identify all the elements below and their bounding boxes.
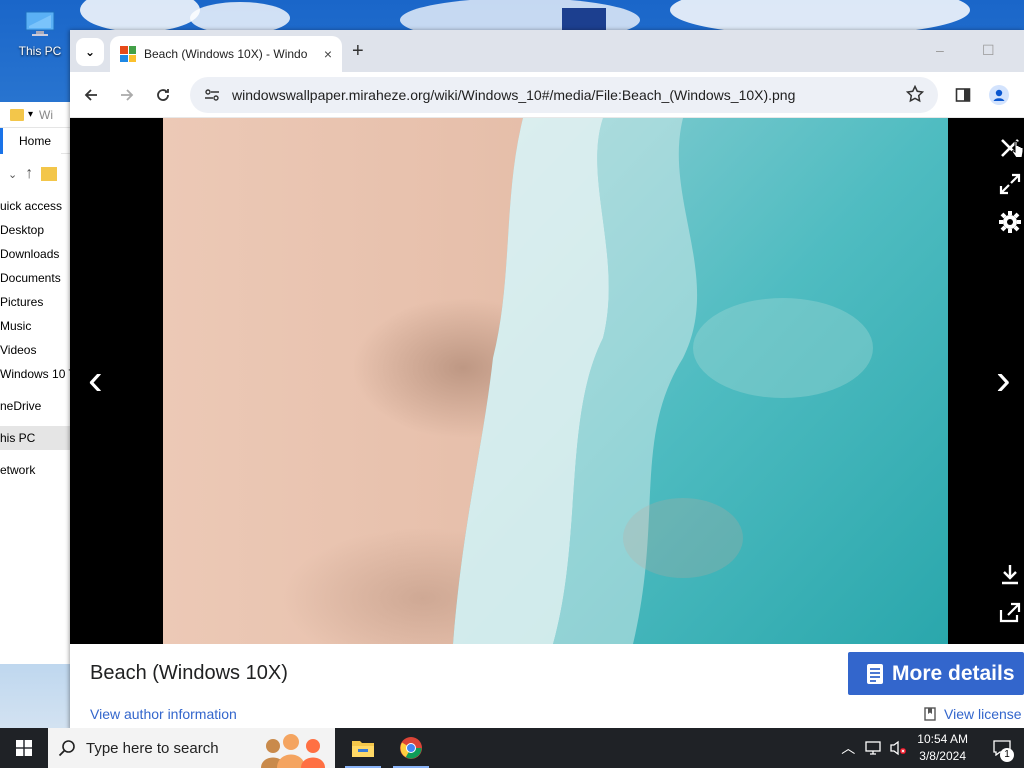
media-info-bar: Beach (Windows 10X) More details View au… [70,644,1024,730]
license-icon [924,707,936,721]
ribbon-tab-home[interactable]: Home [0,127,62,154]
search-icon [58,740,75,757]
tree-item-videos[interactable]: Videos [0,338,71,362]
monitor-icon [25,11,55,36]
search-highlight-illustration [261,734,325,768]
url-text: windowswallpaper.miraheze.org/wiki/Windo… [232,87,796,103]
tree-gap [0,418,71,426]
tab-search-button[interactable]: ⌄ [76,38,104,66]
site-info-icon[interactable] [204,88,220,102]
profile-avatar-icon [989,85,1009,105]
license-label: View license [944,706,1022,722]
search-placeholder: Type here to search [86,739,219,757]
tab-title: Beach (Windows 10X) - Windo [144,47,308,61]
dropdown-icon[interactable]: ▾ [28,109,33,120]
tree-item-desktop[interactable]: Desktop [0,218,71,242]
tree-item-this-pc[interactable]: his PC [0,426,71,450]
explorer-ribbon: Home [0,127,71,154]
folder-icon [10,108,24,121]
browser-window[interactable]: ⌄ Beach (Windows 10X) - Windo × + – ☐ wi… [70,30,1024,730]
chevron-up-icon[interactable]: ︿ [841,738,855,758]
action-center-button[interactable]: 1 [980,728,1024,768]
maximize-button[interactable]: ☐ [982,42,995,59]
taskbar: Type here to search ︿ 10:54 AM 3/8/2024 … [0,728,1024,768]
tree-gap [0,386,71,394]
explorer-titlebar: ▾ Wi [0,102,71,128]
volume-muted-icon[interactable] [889,740,907,756]
author-info-link[interactable]: View author information [90,706,237,722]
up-arrow-icon[interactable]: ↑ [25,165,33,183]
explorer-title: Wi [39,107,54,122]
clock-date: 3/8/2024 [919,749,966,763]
tree-item-documents[interactable]: Documents [0,266,71,290]
bookmark-star-icon[interactable] [906,85,924,103]
tree-item-music[interactable]: Music [0,314,71,338]
tree-item-onedrive[interactable]: neDrive [0,394,71,418]
chrome-icon [400,737,422,759]
clock-time: 10:54 AM [917,732,968,746]
license-link[interactable]: View license [924,706,1022,722]
favicon-icon [120,46,136,62]
more-details-label: More details [892,661,1015,685]
forward-button[interactable] [116,84,138,106]
tab-close-icon[interactable]: × [324,46,332,62]
previous-image-button[interactable]: ‹ [88,358,103,402]
taskbar-search-box[interactable]: Type here to search [48,728,335,768]
tree-item-network[interactable]: etwork [0,458,71,482]
document-icon [867,663,883,684]
folder-icon [41,167,58,181]
minimize-button[interactable]: – [936,42,944,58]
file-explorer-icon [352,741,374,757]
forward-arrow-icon [121,89,134,101]
explorer-nav-tree: uick access Desktop Downloads Documents … [0,194,71,482]
desktop-icon-this-pc[interactable]: This PC [14,10,66,58]
image-title: Beach (Windows 10X) [90,662,288,684]
browser-tab-active[interactable]: Beach (Windows 10X) - Windo × [110,36,342,72]
explorer-nav: ⌄ ↑ [0,154,71,194]
desktop-icon-label: This PC [18,44,62,58]
tab-strip: ⌄ Beach (Windows 10X) - Windo × + – ☐ [70,30,1024,72]
new-tab-button[interactable]: + [352,40,364,63]
clock[interactable]: 10:54 AM 3/8/2024 [917,731,968,765]
side-panel-icon [955,88,971,102]
back-button[interactable] [80,84,102,106]
mouse-cursor [1011,140,1024,158]
gear-icon[interactable] [998,210,1022,234]
address-bar[interactable]: windowswallpaper.miraheze.org/wiki/Windo… [190,77,938,113]
back-arrow-icon [84,89,97,101]
tree-item-quick-access[interactable]: uick access [0,194,71,218]
tree-item-pictures[interactable]: Pictures [0,290,71,314]
chevron-down-icon: ⌄ [84,45,96,59]
beach-image [163,118,948,644]
taskbar-file-explorer[interactable] [339,728,387,768]
reload-button[interactable] [152,84,174,106]
more-details-button[interactable]: More details [848,652,1024,695]
tree-item-downloads[interactable]: Downloads [0,242,71,266]
network-icon[interactable] [865,741,881,755]
page-content: ‹ › Beach (Windows 10X) More details Vie… [70,118,1024,730]
profile-button[interactable] [988,84,1010,106]
system-tray: ︿ 10:54 AM 3/8/2024 1 [841,728,1024,768]
next-image-button[interactable]: › [996,358,1011,402]
notification-badge: 1 [1000,748,1014,762]
taskbar-chrome[interactable] [387,728,435,768]
windows-logo-icon [16,740,32,756]
media-viewer: ‹ › [70,118,1024,644]
browser-toolbar: windowswallpaper.miraheze.org/wiki/Windo… [70,72,1024,118]
tree-gap [0,450,71,458]
download-icon[interactable] [998,562,1022,586]
file-explorer-window[interactable]: ▾ Wi Home ⌄ ↑ uick access Desktop Downlo… [0,102,72,664]
tree-item-windows-10[interactable]: Windows 10 T [0,362,71,386]
fullscreen-icon[interactable] [998,172,1022,196]
share-icon[interactable] [998,600,1022,624]
side-panel-button[interactable] [952,84,974,106]
reload-icon [157,89,169,101]
start-button[interactable] [0,728,48,768]
chevron-down-icon[interactable]: ⌄ [8,168,17,181]
